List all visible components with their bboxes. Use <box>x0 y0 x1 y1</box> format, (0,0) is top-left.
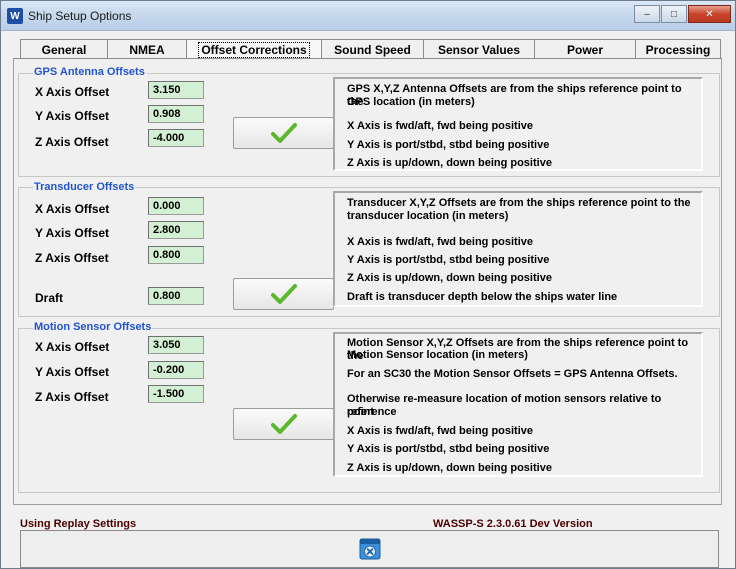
gps-y-label: Y Axis Offset <box>35 109 110 123</box>
transducer-x-input[interactable] <box>148 197 204 215</box>
tab-processing[interactable]: Processing <box>635 39 721 59</box>
gps-y-input[interactable] <box>148 105 204 123</box>
gps-offsets-title: GPS Antenna Offsets <box>33 66 146 78</box>
tab-power[interactable]: Power <box>534 39 636 59</box>
transducer-y-label: Y Axis Offset <box>35 226 110 240</box>
motion-apply-button[interactable] <box>233 408 334 440</box>
gps-info-line-5: Z Axis is up/down, down being positive <box>347 157 552 169</box>
motion-info-line-7: Y Axis is port/stbd, stbd being positive <box>347 443 550 455</box>
replay-status-text: Using Replay Settings <box>20 518 137 530</box>
transducer-info-line-2: transducer location (in meters) <box>347 210 509 222</box>
gps-z-label: Z Axis Offset <box>35 135 109 149</box>
version-text: WASSP-S 2.3.0.61 Dev Version <box>433 518 593 530</box>
gps-x-label: X Axis Offset <box>35 85 110 99</box>
maximize-button[interactable]: □ <box>661 5 687 23</box>
motion-info-line-2: Motion Sensor location (in meters) <box>347 349 528 361</box>
tab-offset-corrections[interactable]: Offset Corrections <box>186 39 322 59</box>
tab-general-label: General <box>41 42 87 57</box>
motion-z-input[interactable] <box>148 385 204 403</box>
transducer-offsets-title: Transducer Offsets <box>33 181 136 193</box>
window-title: Ship Setup Options <box>28 9 132 23</box>
gps-info-line-4: Y Axis is port/stbd, stbd being positive <box>347 139 550 151</box>
gps-apply-button[interactable] <box>233 117 334 149</box>
window-controls: – □ ✕ <box>634 5 731 23</box>
tab-general[interactable]: General <box>20 39 108 59</box>
close-button[interactable]: ✕ <box>688 5 731 23</box>
tab-strip: General NMEA Offset Corrections Sound Sp… <box>20 39 721 59</box>
gps-info-line-2: GPS location (in meters) <box>347 96 475 108</box>
ship-setup-window: W Ship Setup Options – □ ✕ General NMEA … <box>0 0 736 569</box>
motion-x-label: X Axis Offset <box>35 340 110 354</box>
motion-info-line-3: For an SC30 the Motion Sensor Offsets = … <box>347 368 678 380</box>
motion-info-line-5: point <box>347 406 374 418</box>
wassp-app-icon: W <box>7 8 23 24</box>
checkmark-icon <box>270 284 297 304</box>
motion-info-line-6: X Axis is fwd/aft, fwd being positive <box>347 425 534 437</box>
gps-z-input[interactable] <box>148 129 204 147</box>
motion-info-line-8: Z Axis is up/down, down being positive <box>347 462 552 474</box>
transducer-info-line-4: Y Axis is port/stbd, stbd being positive <box>347 254 550 266</box>
transducer-x-label: X Axis Offset <box>35 202 110 216</box>
tab-nmea-label: NMEA <box>129 42 165 57</box>
motion-sensor-offsets-title: Motion Sensor Offsets <box>33 321 153 333</box>
transducer-info-line-1: Transducer X,Y,Z Offsets are from the sh… <box>347 197 691 209</box>
tab-offset-corrections-label: Offset Corrections <box>198 41 310 58</box>
transducer-z-label: Z Axis Offset <box>35 251 109 265</box>
transducer-y-input[interactable] <box>148 221 204 239</box>
motion-x-input[interactable] <box>148 336 204 354</box>
tab-power-label: Power <box>566 42 603 57</box>
tab-sound-speed[interactable]: Sound Speed <box>321 39 424 59</box>
tab-processing-label: Processing <box>645 42 711 57</box>
tab-sensor-values-label: Sensor Values <box>437 42 521 57</box>
title-bar: W Ship Setup Options – □ ✕ <box>1 1 735 31</box>
close-window-icon <box>359 538 380 560</box>
transducer-info-line-6: Draft is transducer depth below the ship… <box>347 291 618 303</box>
close-dialog-button[interactable] <box>20 530 719 568</box>
gps-x-input[interactable] <box>148 81 204 99</box>
motion-y-label: Y Axis Offset <box>35 365 110 379</box>
transducer-info-line-5: Z Axis is up/down, down being positive <box>347 272 552 284</box>
draft-label: Draft <box>35 291 64 305</box>
motion-z-label: Z Axis Offset <box>35 390 109 404</box>
checkmark-icon <box>270 123 297 143</box>
tab-sensor-values[interactable]: Sensor Values <box>423 39 535 59</box>
minimize-button[interactable]: – <box>634 5 660 23</box>
draft-input[interactable] <box>148 287 204 305</box>
tab-nmea[interactable]: NMEA <box>107 39 187 59</box>
transducer-info-line-3: X Axis is fwd/aft, fwd being positive <box>347 236 534 248</box>
motion-y-input[interactable] <box>148 361 204 379</box>
gps-info-line-3: X Axis is fwd/aft, fwd being positive <box>347 120 534 132</box>
tab-sound-speed-label: Sound Speed <box>334 42 411 57</box>
transducer-z-input[interactable] <box>148 246 204 264</box>
checkmark-icon <box>270 414 297 434</box>
transducer-apply-button[interactable] <box>233 278 334 310</box>
